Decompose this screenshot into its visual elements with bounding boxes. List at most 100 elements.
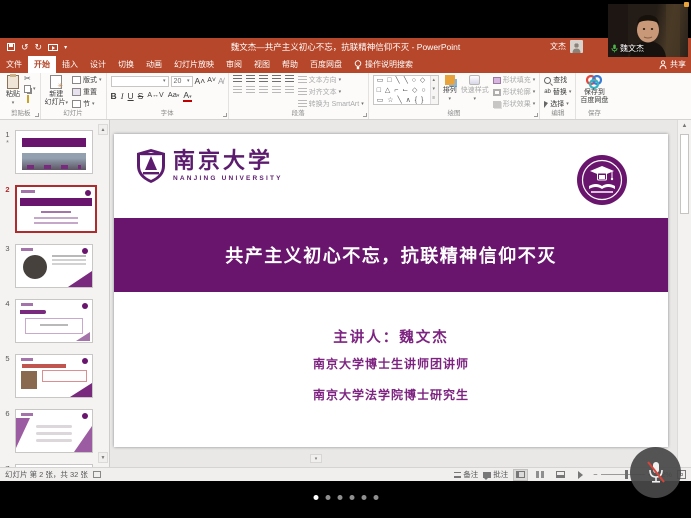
increase-indent-icon[interactable] xyxy=(272,75,281,83)
notes-button[interactable]: 备注 xyxy=(454,469,478,480)
tab-home[interactable]: 开始 xyxy=(28,56,56,73)
zoom-slider-thumb[interactable] xyxy=(625,470,628,479)
align-left-icon[interactable] xyxy=(233,86,242,94)
tab-view[interactable]: 视图 xyxy=(248,56,276,73)
shrink-font-button[interactable]: A˅ xyxy=(207,75,216,87)
font-color-button[interactable]: A▾ xyxy=(183,90,191,102)
line-spacing-icon[interactable] xyxy=(285,75,294,83)
page-dot[interactable] xyxy=(313,495,318,500)
tab-animations[interactable]: 动画 xyxy=(140,56,168,73)
text-direction-button[interactable]: 文本方向▾ xyxy=(298,75,364,85)
replace-button[interactable]: ab替换▾ xyxy=(544,87,571,97)
shape-effects-button[interactable]: 形状效果▾ xyxy=(493,99,536,109)
strikethrough-button[interactable]: S xyxy=(138,90,144,102)
find-button[interactable]: 查找 xyxy=(544,75,571,85)
paste-button[interactable]: 粘贴 ▾ xyxy=(6,75,20,107)
start-slideshow-icon[interactable] xyxy=(48,44,58,51)
reset-button[interactable]: 重置 xyxy=(72,87,102,97)
bold-button[interactable]: B xyxy=(111,90,117,102)
normal-view-button[interactable] xyxy=(513,469,528,481)
customize-qat-icon[interactable]: ▾ xyxy=(64,44,67,51)
slide-thumbnail-1[interactable] xyxy=(15,130,93,174)
reading-view-button[interactable] xyxy=(553,469,568,481)
bullets-icon[interactable] xyxy=(233,75,242,83)
page-dot[interactable] xyxy=(337,495,342,500)
shapes-gallery[interactable]: ▭ □ ╲ ╲ ○ ◇ □ △ ⌐ ⌙ ◇ ○ ▭ ☆ ╲ ∧ { } ▴▾≡ xyxy=(373,75,439,105)
thumb-scroll-up-button[interactable]: ▲ xyxy=(98,124,108,135)
slide-thumbnail-6[interactable] xyxy=(15,409,93,453)
tab-baidu-netdisk[interactable]: 百度网盘 xyxy=(304,56,348,73)
tab-help[interactable]: 帮助 xyxy=(276,56,304,73)
zoom-out-button[interactable]: − xyxy=(593,470,597,479)
vertical-scrollbar[interactable]: ▲ xyxy=(677,120,691,467)
arrange-button[interactable]: 排列 ▾ xyxy=(443,75,457,103)
page-dot[interactable] xyxy=(325,495,330,500)
slide-thumbnail-3[interactable] xyxy=(15,244,93,288)
shape-fill-button[interactable]: 形状填充▾ xyxy=(493,75,536,85)
baidu-netdisk-icon xyxy=(586,75,602,89)
tab-review[interactable]: 审阅 xyxy=(220,56,248,73)
format-painter-button[interactable] xyxy=(24,95,36,103)
clear-format-button[interactable]: A̸ xyxy=(218,75,224,87)
quick-access-toolbar: ↺ ↻ ▾ xyxy=(0,43,67,52)
cut-button[interactable]: ✂ xyxy=(24,75,36,83)
font-size-combo[interactable]: 20▾ xyxy=(171,76,193,87)
save-icon[interactable] xyxy=(7,43,15,51)
drawing-dialog-launcher[interactable] xyxy=(534,113,538,117)
change-case-button[interactable]: Aa▾ xyxy=(168,89,180,102)
align-right-icon[interactable] xyxy=(259,86,268,94)
layout-button[interactable]: 版式▾ xyxy=(72,75,102,85)
page-dot[interactable] xyxy=(361,495,366,500)
page-dot[interactable] xyxy=(349,495,354,500)
comments-button[interactable]: 批注 xyxy=(483,469,508,480)
slide-thumbnail-5[interactable] xyxy=(15,354,93,398)
justify-icon[interactable] xyxy=(272,86,281,94)
slide-thumbnail-4[interactable] xyxy=(15,299,93,343)
scrollbar-thumb[interactable] xyxy=(680,134,689,214)
font-dialog-launcher[interactable] xyxy=(223,113,227,117)
quick-styles-button[interactable]: 快速样式 ▾ xyxy=(461,75,489,103)
paragraph-dialog-launcher[interactable] xyxy=(363,113,367,117)
tab-insert[interactable]: 插入 xyxy=(56,56,84,73)
tab-file[interactable]: 文件 xyxy=(0,56,28,73)
thumb-scroll-down-button[interactable]: ▼ xyxy=(98,452,108,463)
underline-button[interactable]: U xyxy=(128,90,134,102)
smartart-button[interactable]: 转换为 SmartArt▾ xyxy=(298,99,364,109)
grow-font-button[interactable]: A˄ xyxy=(195,75,206,87)
avatar[interactable] xyxy=(570,40,583,53)
tell-me-search[interactable]: 操作说明搜索 xyxy=(354,56,413,73)
page-dot[interactable] xyxy=(373,495,378,500)
tab-slideshow[interactable]: 幻灯片放映 xyxy=(168,56,220,73)
undo-icon[interactable]: ↺ xyxy=(21,43,29,52)
slide-sorter-view-button[interactable] xyxy=(533,469,548,481)
muted-mic-button[interactable] xyxy=(630,447,681,498)
align-center-icon[interactable] xyxy=(246,86,255,94)
tab-transitions[interactable]: 切换 xyxy=(112,56,140,73)
copy-button[interactable]: ▾ xyxy=(24,85,36,93)
webcam-video[interactable]: 魏文杰 xyxy=(608,4,688,57)
share-button[interactable]: 共享 xyxy=(659,56,686,73)
save-to-netdisk-button[interactable]: 保存到 百度网盘 xyxy=(580,75,608,105)
scroll-down-button[interactable]: ▾ xyxy=(310,454,322,463)
new-slide-button[interactable]: 新建 幻灯片▾ xyxy=(45,75,69,107)
char-spacing-button[interactable]: A↔V xyxy=(147,90,163,102)
redo-icon[interactable]: ↻ xyxy=(35,43,43,52)
scrollbar-up-arrow[interactable]: ▲ xyxy=(678,120,691,132)
columns-icon[interactable] xyxy=(285,86,294,94)
font-name-combo[interactable]: ▾ xyxy=(111,76,169,87)
align-text-button[interactable]: 对齐文本▾ xyxy=(298,87,364,97)
shape-outline-button[interactable]: 形状轮廓▾ xyxy=(493,87,536,97)
decrease-indent-icon[interactable] xyxy=(259,75,268,83)
slideshow-view-button[interactable] xyxy=(573,469,588,481)
section-button[interactable]: 节▾ xyxy=(72,99,102,109)
shapes-scroll[interactable]: ▴▾≡ xyxy=(430,76,438,104)
select-button[interactable]: 选择▾ xyxy=(544,99,571,109)
italic-button[interactable]: I xyxy=(121,90,124,102)
clipboard-dialog-launcher[interactable] xyxy=(35,113,39,117)
numbering-icon[interactable] xyxy=(246,75,255,83)
slide-thumbnail-2-selected[interactable] xyxy=(15,185,97,233)
display-settings-icon[interactable] xyxy=(93,471,101,478)
tab-design[interactable]: 设计 xyxy=(84,56,112,73)
current-slide[interactable]: 南京大学 NANJING UNIVERSITY xyxy=(114,134,668,447)
new-slide-icon xyxy=(50,75,62,89)
